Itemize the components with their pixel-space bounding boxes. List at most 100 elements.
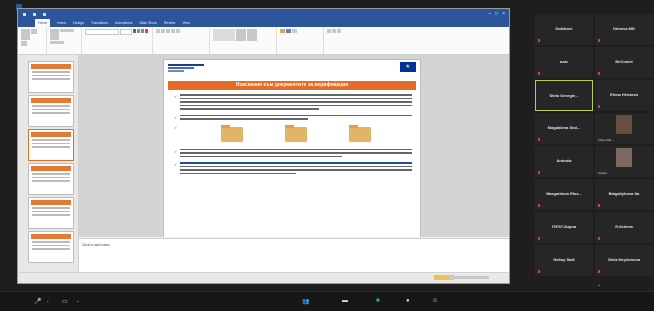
reactions-icon[interactable]: ☺ — [432, 298, 438, 304]
new-slide-icon[interactable] — [50, 29, 59, 40]
ribbon-group-editing[interactable] — [324, 27, 360, 54]
ribbon-group-slides[interactable] — [47, 27, 82, 54]
ribbon-group-shape-format[interactable] — [277, 27, 324, 54]
underline-icon[interactable] — [141, 29, 144, 33]
arrange-icon[interactable] — [236, 29, 246, 41]
align-right-icon[interactable] — [176, 29, 180, 33]
redo-icon[interactable] — [43, 12, 46, 16]
zoom-slider[interactable] — [449, 276, 489, 279]
slide-thumbnail[interactable] — [28, 197, 74, 229]
tab-transitions[interactable]: Transitions — [91, 21, 108, 25]
slide-thumbnail-selected[interactable] — [28, 129, 74, 161]
chevron-up-icon[interactable]: ⌃ — [46, 300, 49, 305]
participant-tile[interactable]: R.Ilcheva — [595, 212, 653, 243]
shape-fill-icon[interactable] — [280, 29, 285, 33]
record-icon[interactable]: ● — [406, 298, 410, 304]
ribbon-group-clipboard[interactable] — [18, 27, 47, 54]
microphone-icon[interactable]: 🎤 — [34, 298, 41, 305]
folder-icon — [349, 124, 371, 142]
shared-powerpoint-window[interactable]: – □ × Home Insert Design Transitions Ani… — [17, 8, 510, 284]
slide-thumbnail[interactable] — [28, 231, 74, 263]
ribbon-group-paragraph[interactable] — [153, 27, 210, 54]
tab-animations[interactable]: Animations — [115, 21, 132, 25]
align-left-icon[interactable] — [166, 29, 170, 33]
copy-icon[interactable] — [21, 41, 27, 46]
layout-icon[interactable] — [60, 29, 74, 32]
slide-thumbnail[interactable] — [28, 163, 74, 195]
participant-tile[interactable]: Stela Neydenova — [595, 245, 653, 276]
tab-review[interactable]: Review — [164, 21, 175, 25]
participant-tile[interactable]: Blagaliyhova Sa — [595, 179, 653, 210]
eu-flag-icon — [400, 62, 416, 72]
muted-mic-icon — [598, 237, 600, 240]
slide-thumbnails-pane[interactable] — [18, 55, 79, 273]
tab-slide-show[interactable]: Slide Show — [139, 21, 157, 25]
italic-icon[interactable] — [137, 29, 140, 33]
participant-tile[interactable]: Dimova MD — [595, 14, 653, 45]
bold-icon[interactable] — [133, 29, 136, 33]
participant-tile[interactable]: Margaritova Riss... — [535, 179, 593, 210]
font-size-field[interactable] — [120, 29, 132, 35]
participant-tile[interactable]: Nelluy Saill — [535, 245, 593, 276]
video-camera-icon[interactable]: ▭ — [62, 298, 68, 305]
shape-effects-icon[interactable] — [292, 29, 297, 33]
muted-mic-icon — [598, 105, 600, 108]
chat-icon[interactable]: ▬ — [342, 298, 348, 304]
participant-name: Margaritova Riss... — [546, 191, 582, 196]
undo-icon[interactable] — [33, 12, 36, 16]
participant-tile[interactable]: Dobikovi — [535, 14, 593, 45]
participant-tile[interactable]: azar — [535, 47, 593, 78]
chevron-down-icon[interactable]: ⌄ — [590, 280, 608, 290]
bullet-item: ✓ — [174, 94, 412, 112]
participant-tile[interactable]: BeComel — [595, 47, 653, 78]
participant-tile[interactable]: Magdalena Stoi... — [535, 113, 593, 144]
participant-tile-video[interactable]: Liliya Dob... — [595, 113, 653, 144]
programme-logo — [168, 62, 204, 77]
current-slide[interactable]: Изискания към документите за верификация… — [163, 59, 421, 237]
ribbon-group-drawing[interactable] — [210, 27, 277, 54]
notes-pane[interactable]: Click to add notes — [79, 238, 509, 274]
tab-design[interactable]: Design — [73, 21, 84, 25]
select-icon[interactable] — [337, 29, 341, 33]
bullets-icon[interactable] — [156, 29, 160, 33]
tab-home[interactable]: Home — [35, 19, 51, 27]
participant-video — [616, 148, 632, 167]
font-color-icon[interactable] — [145, 29, 148, 33]
chevron-up-icon[interactable]: ⌃ — [76, 300, 79, 305]
participant-tile[interactable]: Elena Hristova — [595, 80, 653, 111]
participant-tile[interactable]: Antonia — [535, 146, 593, 177]
minimize-icon[interactable]: – — [488, 11, 491, 17]
participant-name: Stela Georgie... — [549, 93, 579, 98]
find-icon[interactable] — [327, 29, 331, 33]
align-center-icon[interactable] — [171, 29, 175, 33]
slide-thumbnail[interactable] — [28, 61, 74, 93]
notes-placeholder[interactable]: Click to add notes — [82, 243, 110, 247]
replace-icon[interactable] — [332, 29, 336, 33]
numbering-icon[interactable] — [161, 29, 165, 33]
paste-icon[interactable] — [21, 29, 30, 40]
shape-outline-icon[interactable] — [286, 29, 291, 33]
muted-mic-icon — [538, 237, 540, 240]
ribbon-group-font[interactable] — [82, 27, 153, 54]
muted-mic-icon — [598, 39, 600, 42]
close-icon[interactable]: × — [502, 11, 505, 17]
participant-name: Liliya Dob... — [598, 138, 614, 142]
participants-icon[interactable]: 👥 — [302, 298, 309, 305]
tab-view[interactable]: View — [182, 21, 190, 25]
tab-insert[interactable]: Insert — [57, 21, 66, 25]
share-screen-icon[interactable]: ■ — [376, 298, 380, 304]
maximize-icon[interactable]: □ — [495, 11, 498, 17]
save-icon[interactable] — [23, 12, 26, 16]
shapes-gallery[interactable] — [213, 29, 235, 41]
font-name-field[interactable] — [85, 29, 119, 35]
quick-styles-icon[interactable] — [247, 29, 257, 41]
participant-tile-video[interactable]: Ivanko... — [595, 146, 653, 177]
participant-tile-active-speaker[interactable]: Stela Georgie... — [535, 80, 593, 111]
slide-thumbnail[interactable] — [28, 95, 74, 127]
cut-icon[interactable] — [31, 29, 37, 34]
participant-name: Antonia — [556, 158, 572, 163]
muted-mic-icon — [598, 204, 600, 207]
reset-icon[interactable] — [50, 41, 64, 44]
slide-canvas[interactable]: Изискания към документите за верификация… — [79, 55, 509, 237]
participant-tile[interactable]: ITEST-Ilupna — [535, 212, 593, 243]
